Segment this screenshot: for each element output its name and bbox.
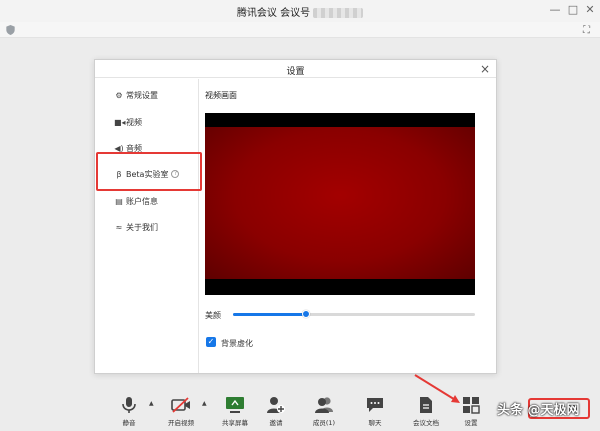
video-options-caret[interactable]: ▲ [202, 400, 207, 407]
background-blur-label: 背景虚化 [221, 339, 253, 348]
camera-off-icon [171, 397, 190, 413]
sidebar-item-label: 视频 [126, 117, 142, 127]
sidebar-item-about[interactable]: ≈ 关于我们 [114, 220, 158, 234]
sidebar-item-label: 常规设置 [126, 90, 158, 100]
video-section-label: 视频画面 [205, 91, 237, 100]
maximize-button[interactable]: □ [566, 2, 580, 18]
minimize-button[interactable]: — [548, 2, 562, 18]
annotation-arrow [414, 374, 460, 403]
background-blur-checkbox[interactable]: ✓ [206, 337, 216, 347]
video-preview-image [205, 127, 475, 279]
sidebar-item-general[interactable]: ⚙ 常规设置 [114, 88, 158, 102]
dialog-title: 设置 [286, 67, 305, 77]
share-screen-icon [226, 397, 244, 413]
dialog-header: 设置 × [95, 60, 496, 78]
beauty-slider-fill [233, 313, 306, 316]
mute-button[interactable]: 静音 [111, 396, 147, 427]
meeting-id-blurred [313, 8, 364, 18]
chat-button[interactable]: 聊天 [357, 396, 393, 427]
sidebar-item-label: 账户信息 [126, 196, 158, 206]
members-button[interactable]: 成员(1) [306, 396, 342, 427]
window-titlebar: 腾讯会议 会议号 — □ ✕ [0, 0, 600, 22]
close-window-button[interactable]: ✕ [583, 2, 597, 18]
video-preview [205, 113, 475, 295]
camera-icon: ■◂ [114, 117, 126, 127]
members-label: 成员(1) [312, 419, 336, 427]
meeting-docs-label: 会议文档 [413, 419, 439, 427]
beauty-slider-handle[interactable] [301, 310, 310, 318]
microphone-icon [122, 397, 136, 413]
fullscreen-icon[interactable]: ⛶ [583, 25, 590, 36]
gear-icon: ⚙ [115, 90, 123, 100]
meeting-info-bar: ⛶ [0, 22, 600, 38]
start-video-label: 开启视频 [168, 419, 194, 427]
watermark: 头条 @天极网 [497, 403, 580, 418]
shield-icon[interactable] [6, 25, 15, 35]
members-icon [315, 397, 333, 413]
chat-label: 聊天 [368, 419, 382, 427]
mute-label: 静音 [122, 419, 136, 427]
invite-icon [267, 397, 285, 413]
sidebar-item-account[interactable]: ▤ 账户信息 [114, 194, 158, 208]
chat-icon [367, 398, 383, 412]
beauty-slider[interactable] [233, 310, 475, 318]
beauty-label: 美颜 [205, 311, 221, 320]
sidebar-item-label: 关于我们 [126, 222, 158, 232]
highlight-box [96, 152, 202, 191]
invite-label: 邀请 [269, 419, 283, 427]
window-title: 腾讯会议 会议号 [0, 4, 600, 19]
share-screen-label: 共享屏幕 [222, 419, 248, 427]
share-screen-button[interactable]: 共享屏幕 [217, 396, 253, 427]
dialog-close-button[interactable]: × [480, 61, 490, 77]
about-icon: ≈ [115, 222, 123, 232]
invite-button[interactable]: 邀请 [258, 396, 294, 427]
audio-options-caret[interactable]: ▲ [149, 400, 154, 407]
start-video-button[interactable]: 开启视频 [163, 396, 199, 427]
settings-label: 设置 [464, 419, 478, 427]
account-card-icon: ▤ [115, 196, 123, 206]
window-title-text: 腾讯会议 会议号 [236, 8, 311, 19]
sidebar-item-video[interactable]: ■◂ 视频 [114, 115, 142, 129]
